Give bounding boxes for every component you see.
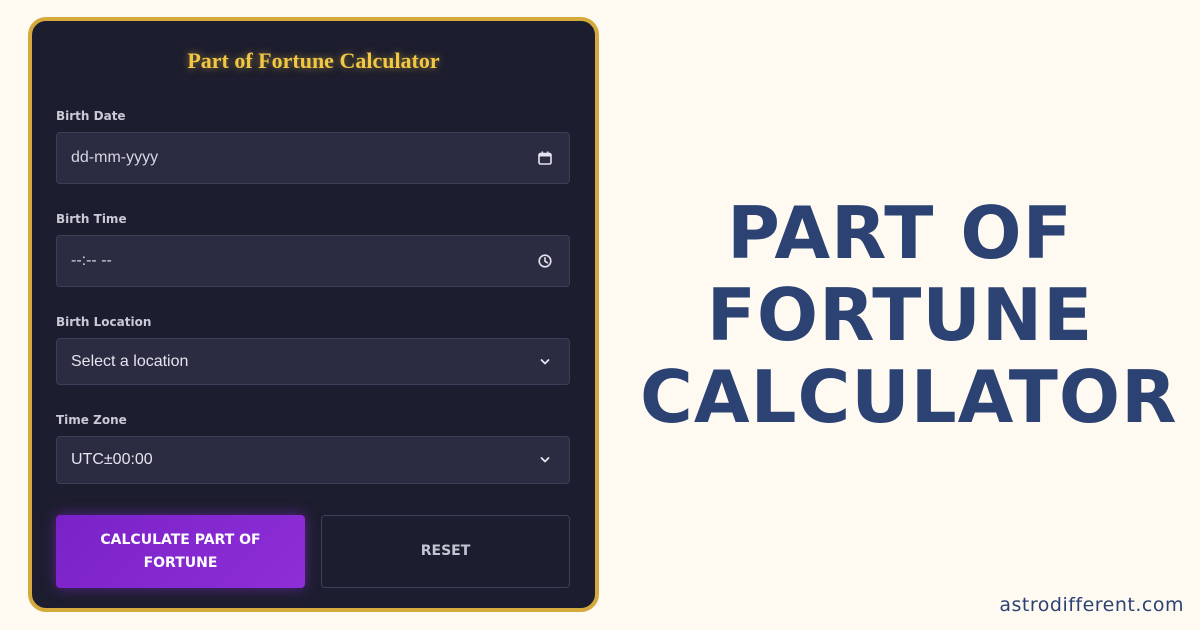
calculator-card: Part of Fortune Calculator Birth Date dd…: [28, 17, 599, 612]
headline-line-1: PART OF: [727, 191, 1073, 275]
calendar-icon[interactable]: [537, 150, 553, 166]
page-headline: PART OF FORTUNE CALCULATOR: [640, 191, 1178, 439]
time-zone-label: Time Zone: [56, 413, 127, 427]
calculator-title: Part of Fortune Calculator: [187, 48, 440, 73]
reset-button[interactable]: RESET: [321, 515, 570, 588]
birth-date-input[interactable]: dd-mm-yyyy: [56, 132, 570, 184]
time-zone-selected: UTC±00:00: [71, 451, 153, 468]
headline-line-3: CALCULATOR: [640, 355, 1178, 439]
birth-location-label: Birth Location: [56, 315, 152, 329]
clock-icon[interactable]: [537, 253, 553, 269]
brand-url: astrodifferent.com: [999, 594, 1184, 616]
birth-time-input[interactable]: --:-- --: [56, 235, 570, 287]
chevron-down-icon: [537, 354, 553, 370]
birth-location-selected: Select a location: [71, 352, 189, 370]
calculate-button[interactable]: CALCULATE PART OF FORTUNE: [56, 515, 305, 588]
chevron-down-icon: [537, 452, 553, 468]
time-zone-select[interactable]: UTC±00:00: [56, 436, 570, 484]
birth-location-select[interactable]: Select a location: [56, 338, 570, 385]
birth-time-placeholder: --:-- --: [71, 252, 112, 269]
headline-line-2: FORTUNE: [706, 273, 1094, 357]
birth-date-label: Birth Date: [56, 109, 126, 123]
birth-time-label: Birth Time: [56, 212, 127, 226]
birth-date-placeholder: dd-mm-yyyy: [71, 149, 159, 166]
